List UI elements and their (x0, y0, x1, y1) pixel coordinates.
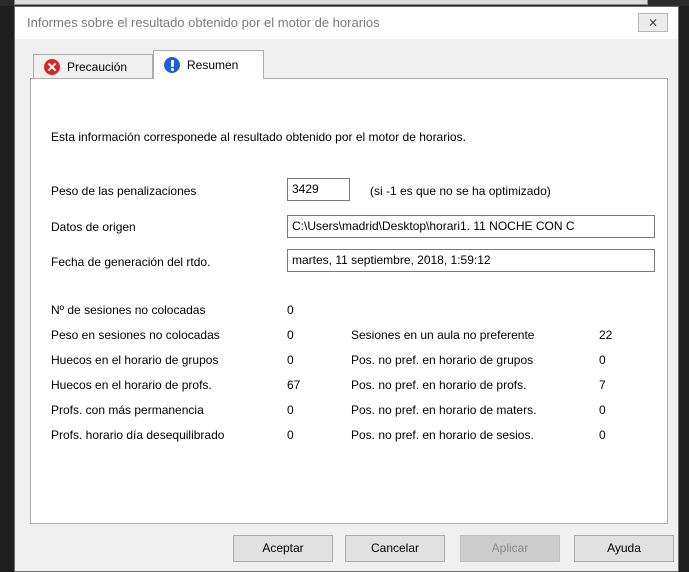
help-button[interactable]: Ayuda (574, 535, 674, 562)
tab-precaucion[interactable]: Precaución (33, 54, 153, 78)
datos-field[interactable]: C:\Users\madrid\Desktop\horari1. 11 NOCH… (287, 215, 655, 238)
report-dialog: Informes sobre el resultado obtenido por… (14, 6, 679, 572)
background-window-bar (14, 0, 648, 5)
stat-value: 67 (287, 378, 301, 392)
datos-label: Datos de origen (51, 220, 136, 234)
stat-value: 7 (599, 378, 606, 392)
stat-label: Pos. no pref. en horario de grupos (351, 353, 534, 367)
stat-label: Nº de sesiones no colocadas (51, 303, 206, 317)
close-button[interactable]: ⨯ (638, 13, 668, 32)
stat-value: 0 (287, 403, 294, 417)
stat-value: 0 (599, 353, 606, 367)
info-icon (164, 57, 180, 73)
stat-value: 0 (599, 428, 606, 442)
tab-precaucion-label: Precaución (67, 59, 128, 74)
cancel-button[interactable]: Cancelar (345, 535, 445, 562)
stat-label: Pos. no pref. en horario de sesios. (351, 428, 534, 442)
tab-resumen-label: Resumen (187, 58, 239, 72)
stat-label: Peso en sesiones no colocadas (51, 328, 220, 342)
stat-value: 0 (287, 303, 294, 317)
fecha-label: Fecha de generación del rtdo. (51, 255, 211, 269)
fecha-field[interactable]: martes, 11 septiembre, 2018, 1:59:12 (287, 249, 655, 272)
stat-value: 0 (287, 328, 294, 342)
peso-field[interactable]: 3429 (287, 178, 350, 201)
peso-label: Peso de las penalizaciones (51, 184, 197, 198)
window-title: Informes sobre el resultado obtenido por… (27, 15, 380, 30)
stat-label: Profs. horario día desequilibrado (51, 428, 225, 442)
stat-label: Sesiones en un aula no preferente (351, 328, 535, 342)
peso-note: (si -1 es que no se ha optimizado) (370, 184, 551, 198)
stat-label: Pos. no pref. en horario de profs. (351, 378, 527, 392)
tab-resumen[interactable]: Resumen (153, 50, 264, 79)
stat-value: 0 (287, 353, 294, 367)
stat-value: 0 (287, 428, 294, 442)
summary-panel: Esta información corresponede al resulta… (30, 78, 668, 524)
error-icon (44, 58, 60, 75)
stat-label: Huecos en el horario de grupos (51, 353, 219, 367)
stat-label: Huecos en el horario de profs. (51, 378, 212, 392)
title-bar: Informes sobre el resultado obtenido por… (15, 7, 678, 39)
accept-button[interactable]: Aceptar (233, 535, 333, 562)
stat-label: Profs. con más permanencia (51, 403, 204, 417)
intro-text: Esta información corresponede al resulta… (51, 130, 466, 144)
stat-label: Pos. no pref. en horario de maters. (351, 403, 537, 417)
stat-value: 0 (599, 403, 606, 417)
stat-value: 22 (599, 328, 613, 342)
apply-button[interactable]: Aplicar (460, 535, 560, 562)
